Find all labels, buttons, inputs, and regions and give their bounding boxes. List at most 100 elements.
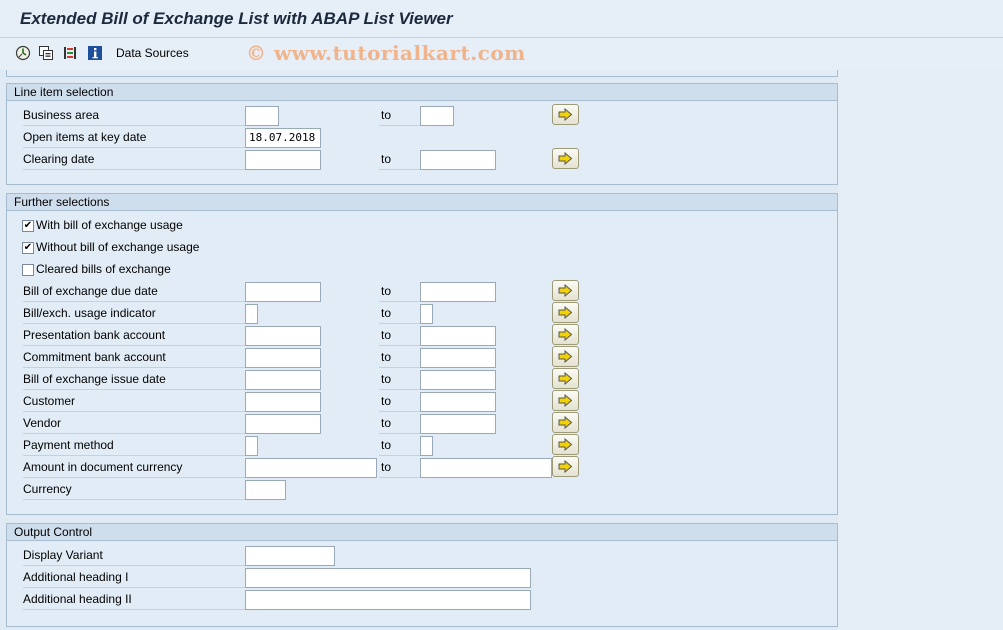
multiple-selection-button[interactable] (552, 280, 579, 301)
commitment-bank-account-high-input[interactable] (420, 348, 496, 368)
bill-due-date-label: Bill of exchange due date (23, 282, 245, 302)
with-bill-usage-checkbox[interactable]: ✔ (22, 220, 34, 232)
without-bill-usage-label: Without bill of exchange usage (36, 240, 200, 254)
multiple-selection-button[interactable] (552, 104, 579, 125)
payment-method-row: Payment method to (7, 434, 837, 456)
amount-document-currency-label: Amount in document currency (23, 458, 245, 478)
arrow-right-icon (558, 108, 573, 121)
arrow-right-icon (558, 372, 573, 385)
presentation-bank-account-high-input[interactable] (420, 326, 496, 346)
arrow-right-icon (558, 152, 573, 165)
additional-heading-1-input[interactable] (245, 568, 531, 588)
arrow-right-icon (558, 284, 573, 297)
display-variant-row: Display Variant (7, 544, 837, 566)
group-title: Output Control (7, 524, 837, 541)
commitment-bank-account-row: Commitment bank account to (7, 346, 837, 368)
clearing-date-low-input[interactable] (245, 150, 321, 170)
currency-row: Currency (7, 478, 837, 500)
top-area-strip (6, 70, 838, 77)
right-blank-area (838, 70, 1003, 630)
arrow-right-icon (558, 350, 573, 363)
bill-due-date-high-input[interactable] (420, 282, 496, 302)
customer-label: Customer (23, 392, 245, 412)
vendor-high-input[interactable] (420, 414, 496, 434)
info-icon[interactable] (86, 44, 104, 62)
multiple-selection-button[interactable] (552, 434, 579, 455)
multiple-selection-button[interactable] (552, 368, 579, 389)
bill-issue-date-label: Bill of exchange issue date (23, 370, 245, 390)
multiple-selection-button[interactable] (552, 148, 579, 169)
page-title: Extended Bill of Exchange List with ABAP… (20, 9, 453, 28)
customer-high-input[interactable] (420, 392, 496, 412)
payment-method-high-input[interactable] (420, 436, 433, 456)
clearing-date-label: Clearing date (23, 150, 245, 170)
business-area-label: Business area (23, 106, 245, 126)
arrow-right-icon (558, 438, 573, 451)
group-title: Line item selection (7, 84, 837, 101)
watermark: © www.tutorialkart.com (246, 41, 526, 65)
amount-document-currency-row: Amount in document currency to (7, 456, 837, 478)
payment-method-label: Payment method (23, 436, 245, 456)
without-bill-usage-checkbox[interactable]: ✔ (22, 242, 34, 254)
to-label: to (379, 304, 421, 324)
presentation-bank-account-label: Presentation bank account (23, 326, 245, 346)
additional-heading-2-row: Additional heading II (7, 588, 837, 610)
additional-heading-2-label: Additional heading II (23, 590, 245, 610)
additional-heading-1-label: Additional heading I (23, 568, 245, 588)
multiple-selection-button[interactable] (552, 324, 579, 345)
amount-low-input[interactable] (245, 458, 377, 478)
business-area-row: Business area to (7, 104, 837, 126)
currency-label: Currency (23, 480, 245, 500)
execute-icon[interactable] (14, 44, 32, 62)
usage-indicator-high-input[interactable] (420, 304, 433, 324)
business-area-high-input[interactable] (420, 106, 454, 126)
multiple-selection-button[interactable] (552, 390, 579, 411)
to-label: to (379, 106, 421, 126)
vendor-label: Vendor (23, 414, 245, 434)
to-label: to (379, 414, 421, 434)
copy-variant-icon[interactable] (37, 44, 55, 62)
multiple-selection-button[interactable] (552, 346, 579, 367)
usage-indicator-low-input[interactable] (245, 304, 258, 324)
multiple-selection-button[interactable] (552, 412, 579, 433)
data-sources-button[interactable]: Data Sources (116, 46, 189, 60)
display-variant-label: Display Variant (23, 546, 245, 566)
cleared-bills-label: Cleared bills of exchange (36, 262, 171, 276)
amount-high-input[interactable] (420, 458, 552, 478)
open-items-key-date-label: Open items at key date (23, 128, 245, 148)
to-label: to (379, 150, 421, 170)
presentation-bank-account-low-input[interactable] (245, 326, 321, 346)
further-selections-group: Further selections ✔ With bill of exchan… (6, 193, 838, 515)
commitment-bank-account-low-input[interactable] (245, 348, 321, 368)
display-variant-input[interactable] (245, 546, 335, 566)
bill-due-date-row: Bill of exchange due date to (7, 280, 837, 302)
to-label: to (379, 348, 421, 368)
bill-issue-date-row: Bill of exchange issue date to (7, 368, 837, 390)
commitment-bank-account-label: Commitment bank account (23, 348, 245, 368)
multiple-selection-button[interactable] (552, 302, 579, 323)
to-label: to (379, 392, 421, 412)
without-bill-usage-row: ✔ Without bill of exchange usage (7, 236, 837, 258)
additional-heading-1-row: Additional heading I (7, 566, 837, 588)
bill-due-date-low-input[interactable] (245, 282, 321, 302)
additional-heading-2-input[interactable] (245, 590, 531, 610)
vendor-low-input[interactable] (245, 414, 321, 434)
selection-options-icon[interactable] (61, 44, 79, 62)
open-items-key-date-input[interactable]: 18.07.2018 (245, 128, 321, 148)
cleared-bills-checkbox[interactable] (22, 264, 34, 276)
business-area-low-input[interactable] (245, 106, 279, 126)
customer-row: Customer to (7, 390, 837, 412)
payment-method-low-input[interactable] (245, 436, 258, 456)
customer-low-input[interactable] (245, 392, 321, 412)
bill-issue-date-low-input[interactable] (245, 370, 321, 390)
application-toolbar: Data Sources © www.tutorialkart.com (0, 38, 1003, 70)
with-bill-usage-row: ✔ With bill of exchange usage (7, 214, 837, 236)
to-label: to (379, 326, 421, 346)
arrow-right-icon (558, 306, 573, 319)
currency-input[interactable] (245, 480, 286, 500)
vendor-row: Vendor to (7, 412, 837, 434)
bill-issue-date-high-input[interactable] (420, 370, 496, 390)
to-label: to (379, 370, 421, 390)
multiple-selection-button[interactable] (552, 456, 579, 477)
clearing-date-high-input[interactable] (420, 150, 496, 170)
